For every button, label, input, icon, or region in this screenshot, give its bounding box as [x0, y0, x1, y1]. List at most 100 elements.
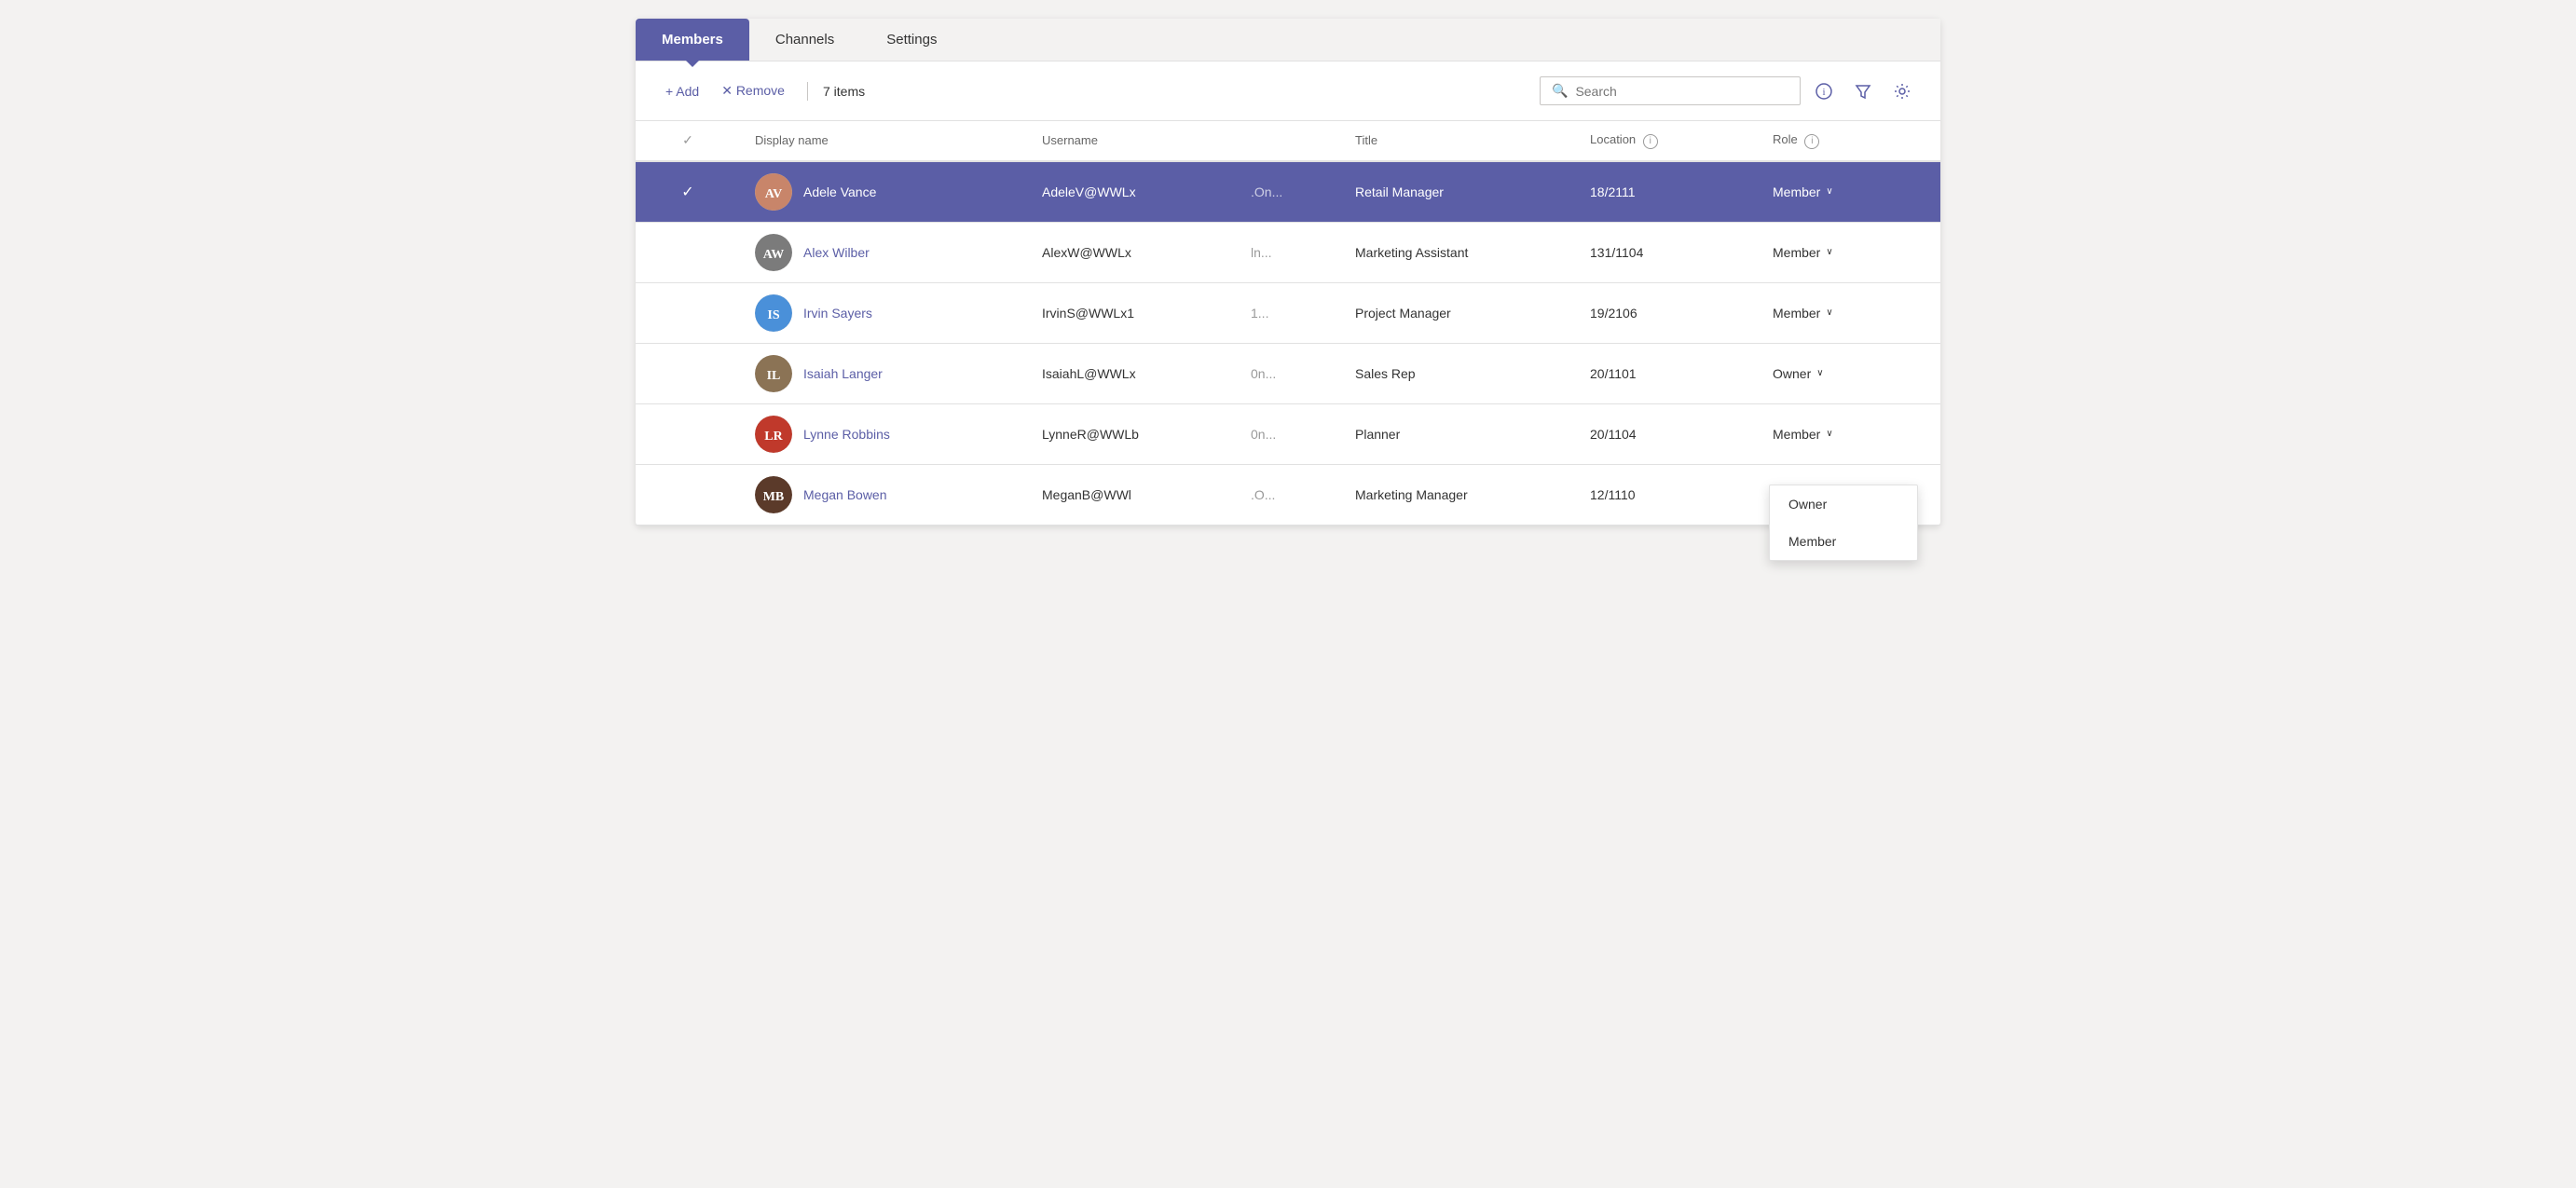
role-dropdown-alex[interactable]: Member ∨ [1773, 245, 1833, 260]
role-cell-isaiah[interactable]: Owner ∨ [1758, 343, 1940, 403]
username-cell-megan: MeganB@WWl [1027, 464, 1236, 525]
info-icon-button[interactable]: i [1808, 77, 1840, 105]
svg-text:IS: IS [767, 308, 779, 322]
role-cell-adele[interactable]: Member ∨ [1758, 161, 1940, 223]
location-cell-alex: 131/1104 [1575, 222, 1758, 282]
name-text-megan: Megan Bowen [803, 487, 887, 502]
dropdown-item-owner[interactable]: Owner [1770, 485, 1917, 523]
avatar-lynne: LR [755, 416, 792, 453]
domain-cell-adele: .On... [1236, 161, 1340, 223]
search-box[interactable]: 🔍 [1540, 76, 1801, 105]
title-cell-adele: Retail Manager [1340, 161, 1575, 223]
check-cell-adele[interactable]: ✓ [636, 161, 740, 223]
username-cell-alex: AlexW@WWLx [1027, 222, 1236, 282]
table-body: ✓ AV Adele Vance AdeleV@WWLx .On... Reta… [636, 161, 1940, 526]
title-cell-irvin: Project Manager [1340, 282, 1575, 343]
checkmark-icon: ✓ [681, 183, 693, 201]
chevron-down-icon-lynne: ∨ [1826, 429, 1832, 439]
header-username: Username [1027, 121, 1236, 161]
toolbar-divider [807, 82, 808, 101]
check-cell-megan[interactable] [636, 464, 740, 525]
check-cell-alex[interactable] [636, 222, 740, 282]
title-cell-megan: Marketing Manager [1340, 464, 1575, 525]
search-input[interactable] [1575, 84, 1788, 99]
check-all-icon: ✓ [682, 132, 693, 147]
location-cell-irvin: 19/2106 [1575, 282, 1758, 343]
role-info-icon: i [1804, 134, 1819, 149]
dropdown-item-member[interactable]: Member [1770, 523, 1917, 560]
location-cell-lynne: 20/1104 [1575, 403, 1758, 464]
svg-text:AW: AW [763, 248, 785, 262]
location-cell-adele: 18/2111 [1575, 161, 1758, 223]
check-cell-irvin[interactable] [636, 282, 740, 343]
avatar-irvin: IS [755, 294, 792, 332]
header-role: Role i [1758, 121, 1940, 161]
title-cell-lynne: Planner [1340, 403, 1575, 464]
role-cell-lynne[interactable]: Member ∨ [1758, 403, 1940, 464]
settings-icon-button[interactable] [1886, 77, 1918, 105]
title-cell-isaiah: Sales Rep [1340, 343, 1575, 403]
name-text-lynne: Lynne Robbins [803, 427, 890, 442]
svg-text:AV: AV [765, 187, 782, 201]
check-cell-lynne[interactable] [636, 403, 740, 464]
members-table: ✓ Display name Username Title Location i… [636, 121, 1940, 526]
location-cell-isaiah: 20/1101 [1575, 343, 1758, 403]
avatar-isaiah: IL [755, 355, 792, 392]
svg-text:LR: LR [764, 430, 783, 444]
location-info-icon: i [1643, 134, 1658, 149]
username-cell-irvin: IrvinS@WWLx1 [1027, 282, 1236, 343]
header-display-name: Display name [740, 121, 1027, 161]
table-container: ✓ Display name Username Title Location i… [636, 121, 1940, 526]
table-row[interactable]: LR Lynne Robbins LynneR@WWLb 0n... Plann… [636, 403, 1940, 464]
items-count: 7 items [823, 84, 865, 99]
role-dropdown-adele[interactable]: Member ∨ [1773, 184, 1833, 199]
tab-channels[interactable]: Channels [749, 19, 860, 61]
avatar-adele: AV [755, 173, 792, 211]
role-cell-alex[interactable]: Member ∨ [1758, 222, 1940, 282]
display-name-cell-irvin: IS Irvin Sayers [740, 282, 1027, 343]
domain-cell-alex: ln... [1236, 222, 1340, 282]
role-dropdown-irvin[interactable]: Member ∨ [1773, 306, 1833, 321]
remove-button[interactable]: ✕ Remove [714, 77, 792, 104]
chevron-down-icon-alex: ∨ [1826, 247, 1832, 257]
avatar-megan: MB [755, 476, 792, 513]
chevron-down-icon-irvin: ∨ [1826, 307, 1832, 318]
name-text-alex: Alex Wilber [803, 245, 870, 260]
svg-text:IL: IL [767, 369, 781, 383]
table-row[interactable]: AW Alex Wilber AlexW@WWLx ln... Marketin… [636, 222, 1940, 282]
name-text-adele: Adele Vance [803, 184, 876, 199]
username-cell-lynne: LynneR@WWLb [1027, 403, 1236, 464]
table-row[interactable]: ✓ AV Adele Vance AdeleV@WWLx .On... Reta… [636, 161, 1940, 223]
check-cell-isaiah[interactable] [636, 343, 740, 403]
chevron-down-icon-adele: ∨ [1826, 186, 1832, 197]
tab-members[interactable]: Members [636, 19, 749, 61]
toolbar: + Add ✕ Remove 7 items 🔍 i [636, 61, 1940, 121]
tab-settings[interactable]: Settings [860, 19, 963, 61]
name-text-isaiah: Isaiah Langer [803, 366, 883, 381]
table-row[interactable]: IL Isaiah Langer IsaiahL@WWLx 0n... Sale… [636, 343, 1940, 403]
role-cell-irvin[interactable]: Member ∨ [1758, 282, 1940, 343]
svg-text:MB: MB [763, 490, 785, 504]
role-dropdown-lynne[interactable]: Member ∨ [1773, 427, 1833, 442]
gear-icon [1894, 83, 1911, 100]
main-container: Members Channels Settings + Add ✕ Remove… [636, 19, 1940, 526]
header-domain [1236, 121, 1340, 161]
table-header-row: ✓ Display name Username Title Location i… [636, 121, 1940, 161]
table-row[interactable]: IS Irvin Sayers IrvinS@WWLx1 1... Projec… [636, 282, 1940, 343]
tabs-row: Members Channels Settings [636, 19, 1940, 61]
avatar-alex: AW [755, 234, 792, 271]
display-name-cell-isaiah: IL Isaiah Langer [740, 343, 1027, 403]
header-title: Title [1340, 121, 1575, 161]
filter-icon-button[interactable] [1847, 77, 1879, 105]
username-cell-adele: AdeleV@WWLx [1027, 161, 1236, 223]
chevron-down-icon-isaiah: ∨ [1816, 368, 1823, 378]
name-text-irvin: Irvin Sayers [803, 306, 872, 321]
role-dropdown-isaiah[interactable]: Owner ∨ [1773, 366, 1824, 381]
role-dropdown-menu: Owner Member [1769, 485, 1918, 561]
header-check: ✓ [636, 121, 740, 161]
table-row[interactable]: MB Megan Bowen MeganB@WWl .O... Marketin… [636, 464, 1940, 525]
display-name-cell-adele: AV Adele Vance [740, 161, 1027, 223]
add-button[interactable]: + Add [658, 78, 706, 104]
display-name-cell-lynne: LR Lynne Robbins [740, 403, 1027, 464]
domain-cell-megan: .O... [1236, 464, 1340, 525]
